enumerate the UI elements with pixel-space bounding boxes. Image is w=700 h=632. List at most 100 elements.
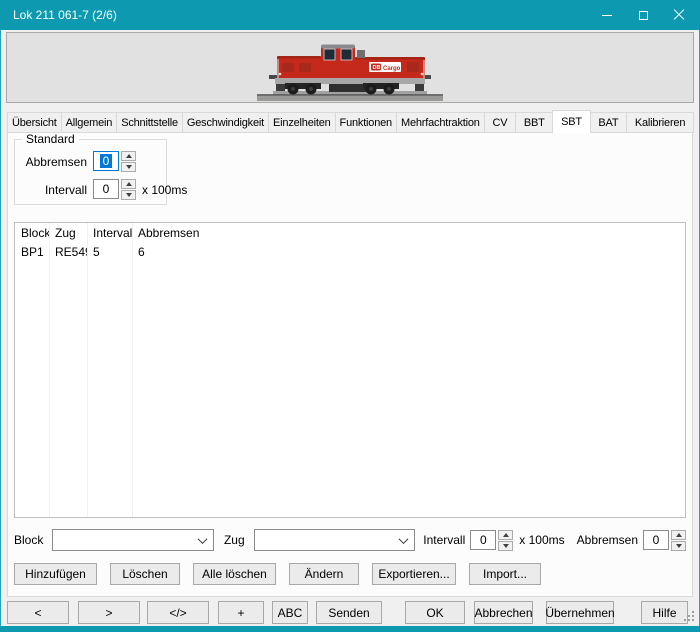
close-button[interactable] bbox=[661, 0, 697, 30]
alle-loeschen-button[interactable]: Alle löschen bbox=[193, 563, 276, 585]
block-label: Block bbox=[14, 533, 43, 547]
abbremsen-spin-up-button[interactable] bbox=[121, 151, 136, 161]
window-controls bbox=[589, 0, 697, 30]
hilfe-button[interactable]: Hilfe bbox=[641, 601, 688, 624]
cell-abbremsen: 6 bbox=[132, 245, 685, 259]
tab-mehrfachtraktion[interactable]: Mehrfachtraktion bbox=[396, 112, 485, 133]
column-header-zug[interactable]: Zug bbox=[49, 226, 87, 240]
compare-button[interactable]: </> bbox=[147, 601, 209, 624]
exportieren-button[interactable]: Exportieren... bbox=[372, 563, 456, 585]
editor-intervall-spinner: 0 bbox=[470, 530, 513, 551]
window-border-left bbox=[0, 30, 1, 632]
intervall-spinner: 0 bbox=[93, 179, 136, 200]
sbt-tab-page: Standard Abbremsen 0 Intervall 0 bbox=[7, 132, 693, 597]
intervall-label: Intervall bbox=[19, 183, 93, 197]
abbremsen-spinner-input[interactable]: 0 bbox=[93, 151, 119, 171]
next-loco-button[interactable]: > bbox=[78, 601, 140, 624]
maximize-button[interactable] bbox=[625, 0, 661, 30]
arrow-up-icon bbox=[126, 154, 132, 158]
resize-grip[interactable] bbox=[684, 611, 696, 623]
intervall-unit-label: x 100ms bbox=[142, 183, 187, 197]
editor-intervall-unit-label: x 100ms bbox=[519, 533, 564, 547]
table-header-row: Block Zug Intervall Abbremsen bbox=[15, 223, 685, 243]
chevron-down-icon bbox=[399, 534, 409, 544]
intervall-spin-up-button[interactable] bbox=[121, 179, 136, 189]
db-logo-text: DB bbox=[373, 65, 381, 71]
column-header-intervall[interactable]: Intervall bbox=[87, 226, 132, 240]
zug-combobox[interactable] bbox=[254, 529, 416, 551]
action-button-row: Hinzufügen Löschen Alle löschen Ändern E… bbox=[14, 563, 541, 585]
intervall-spin-down-button[interactable] bbox=[121, 190, 136, 200]
editor-abbremsen-spinner: 0 bbox=[643, 530, 686, 551]
column-separator bbox=[49, 223, 50, 517]
prev-loco-button[interactable]: < bbox=[7, 601, 69, 624]
window-title: Lok 211 061-7 (2/6) bbox=[13, 8, 117, 22]
minimize-button[interactable] bbox=[589, 0, 625, 30]
editor-intervall-spin-down[interactable] bbox=[498, 541, 513, 551]
dialog-window: Lok 211 061-7 (2/6) bbox=[0, 0, 700, 632]
column-header-abbremsen[interactable]: Abbremsen bbox=[132, 226, 685, 240]
tab-allgemein[interactable]: Allgemein bbox=[61, 112, 118, 133]
cell-intervall: 5 bbox=[87, 245, 132, 259]
close-icon bbox=[673, 9, 685, 21]
cell-zug: RE549 bbox=[49, 245, 87, 259]
column-header-block[interactable]: Block bbox=[15, 226, 49, 240]
editor-intervall-input[interactable]: 0 bbox=[470, 530, 496, 550]
tab-cv[interactable]: CV bbox=[484, 112, 516, 133]
arrow-down-icon bbox=[126, 165, 132, 169]
cargo-logo-text: Cargo bbox=[383, 65, 401, 71]
tab-bat[interactable]: BAT bbox=[590, 112, 627, 133]
editor-abbremsen-spin-up[interactable] bbox=[671, 530, 686, 540]
locomotive-image: DB Cargo bbox=[257, 33, 443, 103]
editor-intervall-label: Intervall bbox=[423, 533, 465, 547]
abbremsen-spin-down-button[interactable] bbox=[121, 162, 136, 172]
dialog-footer: < > </> + ABC Senden OK Abbrechen Überne… bbox=[7, 601, 693, 624]
abc-button[interactable]: ABC bbox=[272, 601, 308, 624]
minimize-icon bbox=[602, 15, 612, 16]
loeschen-button[interactable]: Löschen bbox=[110, 563, 180, 585]
window-border-bottom bbox=[0, 626, 700, 632]
editor-intervall-spin-up[interactable] bbox=[498, 530, 513, 540]
tab-strip: Übersicht Allgemein Schnittstelle Geschw… bbox=[7, 110, 693, 133]
tab-schnittstelle[interactable]: Schnittstelle bbox=[116, 112, 183, 133]
column-separator bbox=[132, 223, 133, 517]
intervall-spinner-input[interactable]: 0 bbox=[93, 179, 119, 199]
import-button[interactable]: Import... bbox=[469, 563, 541, 585]
arrow-up-icon bbox=[126, 182, 132, 186]
tab-geschwindigkeit[interactable]: Geschwindigkeit bbox=[182, 112, 269, 133]
locomotive-preview-panel: DB Cargo bbox=[6, 32, 694, 103]
tab-funktionen[interactable]: Funktionen bbox=[335, 112, 397, 133]
aendern-button[interactable]: Ändern bbox=[289, 563, 359, 585]
tab-einzelheiten[interactable]: Einzelheiten bbox=[268, 112, 336, 133]
senden-button[interactable]: Senden bbox=[316, 601, 382, 624]
standard-groupbox-legend: Standard bbox=[22, 132, 79, 146]
tab-uebersicht[interactable]: Übersicht bbox=[7, 112, 62, 133]
block-table[interactable]: Block Zug Intervall Abbremsen BP1 RE549 … bbox=[14, 222, 686, 518]
cell-block: BP1 bbox=[15, 245, 49, 259]
arrow-down-icon bbox=[676, 544, 682, 548]
block-combobox[interactable] bbox=[52, 529, 214, 551]
tab-kalibrieren[interactable]: Kalibrieren bbox=[626, 112, 694, 133]
arrow-down-icon bbox=[126, 193, 132, 197]
ok-button[interactable]: OK bbox=[405, 601, 465, 624]
add-button[interactable]: + bbox=[218, 601, 264, 624]
editor-abbremsen-spin-down[interactable] bbox=[671, 541, 686, 551]
maximize-icon bbox=[639, 11, 648, 20]
editor-abbremsen-input[interactable]: 0 bbox=[643, 530, 669, 550]
hinzufuegen-button[interactable]: Hinzufügen bbox=[14, 563, 97, 585]
chevron-down-icon bbox=[198, 534, 208, 544]
abbremsen-label: Abbremsen bbox=[19, 155, 93, 169]
arrow-up-icon bbox=[503, 533, 509, 537]
abbremsen-spinner: 0 bbox=[93, 151, 136, 172]
arrow-down-icon bbox=[503, 544, 509, 548]
tab-sbt[interactable]: SBT bbox=[552, 110, 590, 133]
title-bar[interactable]: Lok 211 061-7 (2/6) bbox=[0, 0, 700, 30]
column-separator bbox=[87, 223, 88, 517]
standard-groupbox: Standard Abbremsen 0 Intervall 0 bbox=[14, 139, 167, 205]
uebernehmen-button[interactable]: Übernehmen bbox=[546, 601, 614, 624]
tab-bbt[interactable]: BBT bbox=[515, 112, 553, 133]
zug-label: Zug bbox=[224, 533, 245, 547]
abbrechen-button[interactable]: Abbrechen bbox=[474, 601, 533, 624]
editor-abbremsen-label: Abbremsen bbox=[577, 533, 638, 547]
table-row[interactable]: BP1 RE549 5 6 bbox=[15, 243, 685, 260]
